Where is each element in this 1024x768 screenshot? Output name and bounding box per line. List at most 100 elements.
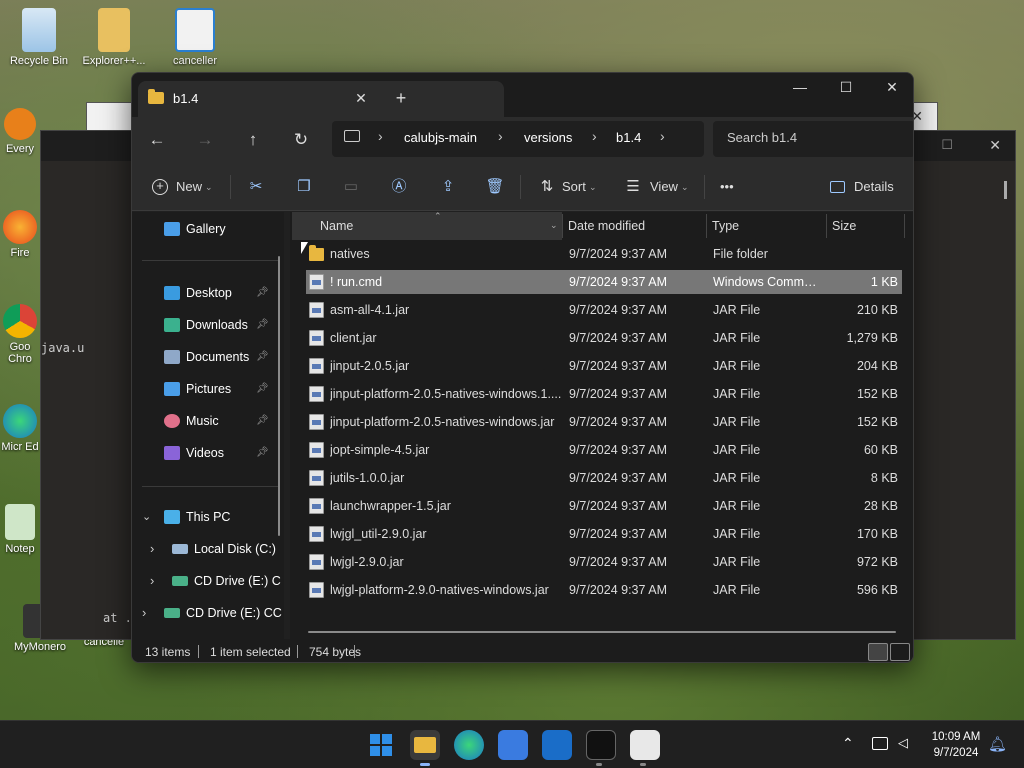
sidebar-item-pictures[interactable]: Pictures 📌︎	[164, 378, 274, 400]
column-header-size[interactable]: Size	[832, 212, 856, 240]
horizontal-scrollbar[interactable]	[308, 631, 896, 633]
desktop-icon-explorer-plus[interactable]: Explorer++...	[78, 8, 150, 67]
search-input[interactable]	[727, 130, 907, 145]
chevron-right-icon[interactable]: ›	[378, 128, 383, 144]
refresh-button[interactable]: ↻	[286, 126, 316, 154]
file-explorer-window[interactable]: b1.4 ✕ + — ☐ ✕ ← → ↑ ↻ › calubjs-main › …	[131, 72, 914, 663]
sidebar-item-documents[interactable]: Documents 📌︎	[164, 346, 274, 368]
column-header-name[interactable]: Name ⌃ ⌄	[292, 211, 562, 240]
sidebar-item-music[interactable]: Music 📌︎	[164, 410, 274, 432]
close-button[interactable]: ✕	[869, 73, 913, 103]
maximize-button[interactable]: ☐	[823, 73, 869, 103]
file-date: 9/7/2024 9:37 AM	[569, 303, 667, 317]
file-row[interactable]: jutils-1.0.0.jar 9/7/2024 9:37 AM JAR File…	[306, 466, 902, 490]
file-row[interactable]: natives 9/7/2024 9:37 AM File folder	[306, 242, 902, 266]
details-pane-icon[interactable]	[830, 181, 845, 193]
file-row[interactable]: jinput-platform-2.0.5-natives-windows.ja…	[306, 410, 902, 434]
store-taskbar-icon[interactable]	[498, 730, 528, 760]
sidebar-item-videos[interactable]: Videos 📌︎	[164, 442, 274, 464]
chevron-right-icon[interactable]: ›	[142, 602, 146, 624]
copy-icon[interactable]: ❐	[292, 175, 316, 199]
chevron-down-icon[interactable]: ⌄	[589, 175, 597, 199]
chevron-down-icon[interactable]: ⌄	[205, 175, 213, 199]
file-row[interactable]: asm-all-4.1.jar 9/7/2024 9:37 AM JAR File 2…	[306, 298, 902, 322]
chevron-up-icon[interactable]: ⌃	[842, 735, 854, 752]
tab-close-icon[interactable]: ✕	[350, 87, 372, 109]
chevron-right-icon[interactable]: ›	[498, 128, 503, 144]
column-header-date[interactable]: Date modified	[568, 212, 645, 240]
cut-icon[interactable]: ✂	[244, 175, 268, 199]
more-options-button[interactable]: •••	[720, 175, 734, 199]
chevron-right-icon[interactable]: ›	[150, 570, 154, 592]
tiles-view-button[interactable]	[890, 643, 910, 661]
paste-icon[interactable]: ▭	[339, 175, 363, 199]
file-row[interactable]: lwjgl-2.9.0.jar 9/7/2024 9:37 AM JAR File 9…	[306, 550, 902, 574]
volume-icon[interactable]: ◁	[898, 735, 908, 751]
monitor-icon[interactable]	[344, 130, 360, 142]
file-row[interactable]: ! run.cmd 9/7/2024 9:37 AM Windows Comma..…	[306, 270, 902, 294]
new-icon[interactable]: +	[152, 179, 168, 195]
desktop-icon-canceller[interactable]: canceller	[159, 8, 231, 67]
details-view-button[interactable]	[868, 643, 888, 661]
file-row[interactable]: jopt-simple-4.5.jar 9/7/2024 9:37 AM JAR F…	[306, 438, 902, 462]
network-icon[interactable]	[872, 737, 888, 750]
new-button[interactable]: New	[176, 175, 202, 199]
sidebar-item-desktop[interactable]: Desktop 📌︎	[164, 282, 274, 304]
sort-icon[interactable]: ⇅	[535, 175, 559, 199]
delete-icon[interactable]: 🗑︎	[483, 175, 507, 199]
breadcrumb-versions[interactable]: versions	[524, 130, 572, 145]
column-divider[interactable]	[706, 214, 707, 238]
tab-b1-4[interactable]: b1.4 ✕	[138, 81, 504, 117]
column-header-type[interactable]: Type	[712, 212, 739, 240]
file-row[interactable]: client.jar 9/7/2024 9:37 AM JAR File 1,279 …	[306, 326, 902, 350]
view-icon[interactable]: ☰	[621, 175, 645, 199]
column-divider[interactable]	[562, 214, 563, 238]
minimize-button[interactable]: —	[777, 73, 823, 103]
edge-taskbar-icon[interactable]	[454, 730, 484, 760]
breadcrumb-calubjs-main[interactable]: calubjs-main	[404, 130, 477, 145]
chevron-down-icon[interactable]: ⌄	[142, 506, 151, 528]
desktop-icon-chrome[interactable]: Goo Chro	[0, 304, 40, 365]
breadcrumb-b1-4[interactable]: b1.4	[616, 130, 641, 145]
start-button[interactable]	[366, 730, 396, 760]
chevron-down-icon[interactable]: ⌄	[550, 211, 558, 239]
new-tab-button[interactable]: +	[388, 85, 414, 111]
desktop-icon-notepad[interactable]: Notep	[0, 504, 40, 555]
sidebar-item-downloads[interactable]: Downloads 📌︎	[164, 314, 274, 336]
terminal-taskbar-icon[interactable]	[586, 730, 616, 760]
file-row[interactable]: jinput-2.0.5.jar 9/7/2024 9:37 AM JAR File…	[306, 354, 902, 378]
desktop-icon-everything[interactable]: Every	[0, 108, 40, 155]
up-button[interactable]: ↑	[238, 126, 268, 154]
column-divider[interactable]	[826, 214, 827, 238]
chevron-down-icon[interactable]: ⌄	[681, 175, 689, 199]
file-explorer-taskbar-icon[interactable]	[410, 730, 440, 760]
column-divider[interactable]	[904, 214, 905, 238]
share-icon[interactable]: ⇪	[436, 175, 460, 199]
sort-button[interactable]: Sort	[562, 175, 586, 199]
search-box[interactable]	[713, 121, 913, 157]
nav-scrollbar[interactable]	[278, 256, 280, 536]
outlook-taskbar-icon[interactable]	[542, 730, 572, 760]
clock[interactable]: 10:09 AM 9/7/2024	[922, 729, 990, 761]
details-button[interactable]: Details	[854, 175, 894, 199]
notification-bell-icon[interactable]: 🔔︎	[988, 735, 1007, 753]
java-taskbar-icon[interactable]	[630, 730, 660, 760]
file-row[interactable]: lwjgl_util-2.9.0.jar 9/7/2024 9:37 AM JAR …	[306, 522, 902, 546]
desktop-icon-edge[interactable]: Micr Ed	[0, 404, 40, 453]
chevron-right-icon[interactable]: ›	[660, 128, 665, 144]
view-button[interactable]: View	[650, 175, 678, 199]
file-row[interactable]: jinput-platform-2.0.5-natives-windows.1.…	[306, 382, 902, 406]
desktop-icon-firefox[interactable]: Fire	[0, 210, 40, 259]
console-scrollbar[interactable]	[1004, 181, 1007, 199]
forward-button[interactable]: →	[190, 126, 220, 154]
chevron-right-icon[interactable]: ›	[592, 128, 597, 144]
breadcrumb[interactable]: › calubjs-main › versions › b1.4 ›	[332, 121, 704, 157]
console-maximize-icon[interactable]: ☐	[941, 137, 953, 153]
file-row[interactable]: launchwrapper-1.5.jar 9/7/2024 9:37 AM JAR…	[306, 494, 902, 518]
rename-icon[interactable]: Ⓐ	[387, 175, 411, 199]
desktop-icon-recycle-bin[interactable]: Recycle Bin	[3, 8, 75, 67]
console-close-icon[interactable]: ✕	[989, 137, 1001, 154]
file-row[interactable]: lwjgl-platform-2.9.0-natives-windows.jar…	[306, 578, 902, 602]
chevron-right-icon[interactable]: ›	[150, 538, 154, 560]
back-button[interactable]: ←	[142, 126, 172, 154]
